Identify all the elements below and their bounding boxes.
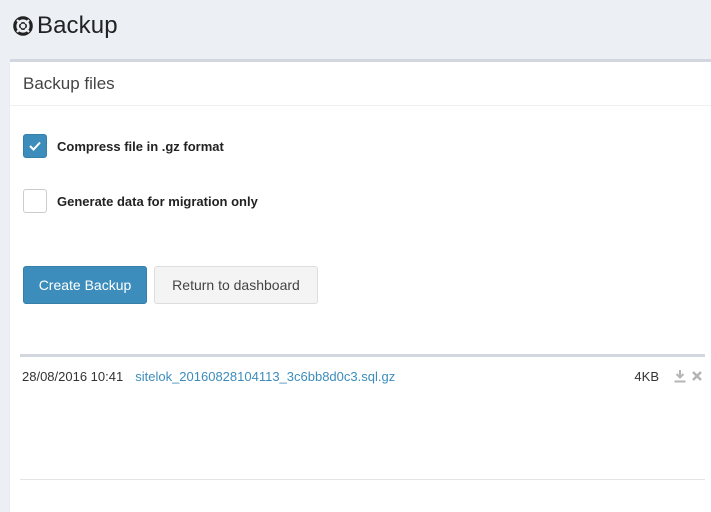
page-header: Backup [0,0,711,52]
compress-checkbox[interactable] [23,134,47,158]
download-icon[interactable] [673,369,687,383]
backup-panel: Backup files Compress file in .gz format… [10,59,711,512]
life-ring-icon [13,16,33,36]
file-row: 28/08/2016 10:41 sitelok_20160828104113_… [22,366,705,386]
return-dashboard-button[interactable]: Return to dashboard [154,266,318,304]
delete-icon[interactable] [691,370,703,382]
checkmark-icon [29,141,41,151]
page-title: Backup [37,12,118,39]
migration-checkbox[interactable] [23,189,47,213]
panel-heading: Backup files [10,62,711,106]
migration-label: Generate data for migration only [57,193,258,209]
backup-file-list: 28/08/2016 10:41 sitelok_20160828104113_… [20,354,705,480]
compress-option[interactable]: Compress file in .gz format [23,134,224,158]
file-link[interactable]: sitelok_20160828104113_3c6bb8d0c3.sql.gz [135,369,395,384]
migration-option[interactable]: Generate data for migration only [23,189,258,213]
file-actions [673,369,703,383]
file-size: 4KB [634,368,659,384]
file-date: 28/08/2016 10:41 [22,368,124,384]
compress-label: Compress file in .gz format [57,138,224,154]
create-backup-button[interactable]: Create Backup [23,266,147,304]
